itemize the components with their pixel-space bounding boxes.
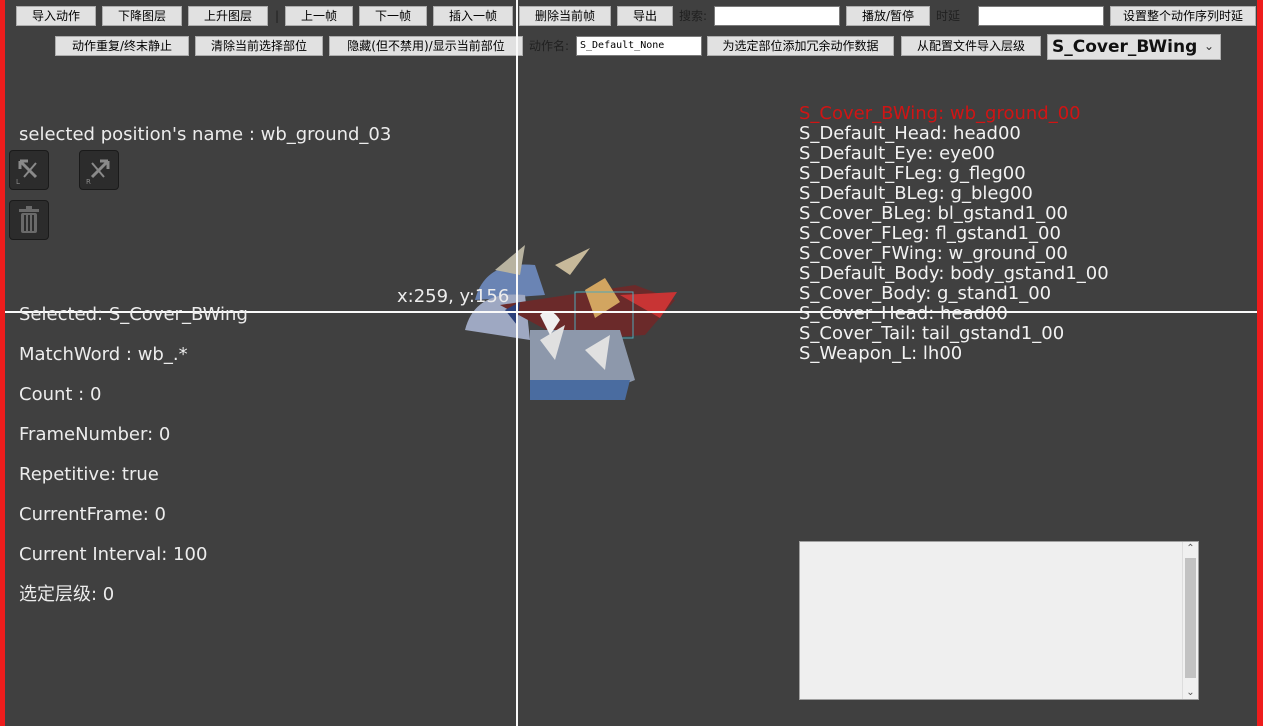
part-list-item[interactable]: S_Default_BLeg: g_bleg00 <box>799 184 1109 204</box>
part-list-item[interactable]: S_Default_FLeg: g_fleg00 <box>799 164 1109 184</box>
flip-left-button[interactable]: L <box>9 150 49 190</box>
parts-list: S_Cover_BWing: wb_ground_00 S_Default_Hea… <box>799 104 1109 364</box>
crosshair-coordinate-readout: x:259, y:156 <box>397 286 510 307</box>
info-selected: Selected: S_Cover_BWing <box>19 304 248 325</box>
action-name-label: 动作名: <box>529 39 570 53</box>
selected-position-label: selected position's name : wb_ground_03 <box>19 124 392 145</box>
part-list-item[interactable]: S_Default_Eye: eye00 <box>799 144 1109 164</box>
prev-frame-button[interactable]: 上一帧 <box>285 6 353 26</box>
trash-button[interactable] <box>9 200 49 240</box>
repeat-toggle-button[interactable]: 动作重复/终末静止 <box>55 36 189 56</box>
toolbar-separator: | <box>275 9 280 23</box>
next-frame-button[interactable]: 下一帧 <box>359 6 427 26</box>
scroll-down-icon[interactable]: ⌄ <box>1183 687 1198 698</box>
set-sequence-delay-button[interactable]: 设置整个动作序列时延 <box>1110 6 1256 26</box>
part-list-item[interactable]: S_Cover_BWing: wb_ground_00 <box>799 104 1109 124</box>
part-list-item[interactable]: S_Cover_Tail: tail_gstand1_00 <box>799 324 1109 344</box>
export-button[interactable]: 导出 <box>617 6 673 26</box>
character-sprite[interactable] <box>445 240 685 405</box>
part-list-item[interactable]: S_Cover_Head: head00 <box>799 304 1109 324</box>
hide-show-part-button[interactable]: 隐藏(但不禁用)/显示当前部位 <box>329 36 523 56</box>
delete-frame-button[interactable]: 删除当前帧 <box>519 6 611 26</box>
log-scrollbar[interactable]: ⌃ ⌄ <box>1182 542 1198 699</box>
flip-left-icon: L <box>16 159 38 186</box>
info-match-word: MatchWord : wb_.* <box>19 344 188 365</box>
part-list-item[interactable]: S_Default_Head: head00 <box>799 124 1109 144</box>
part-list-item[interactable]: S_Cover_FLeg: fl_gstand1_00 <box>799 224 1109 244</box>
info-current-frame: CurrentFrame: 0 <box>19 504 166 525</box>
layer-up-button[interactable]: 上升图层 <box>188 6 268 26</box>
part-select-value: S_Cover_BWing <box>1052 37 1198 57</box>
import-action-button[interactable]: 导入动作 <box>16 6 96 26</box>
action-name-input[interactable]: S_Default_None <box>576 36 702 56</box>
delay-input[interactable] <box>978 6 1104 26</box>
add-redundant-data-button[interactable]: 为选定部位添加冗余动作数据 <box>707 36 894 56</box>
search-input[interactable] <box>714 6 840 26</box>
part-select[interactable]: S_Cover_BWing ⌄ <box>1047 34 1221 60</box>
info-count: Count : 0 <box>19 384 102 405</box>
search-label: 搜索: <box>679 9 708 23</box>
info-selected-layer: 选定层级: 0 <box>19 584 115 605</box>
log-textarea[interactable]: ⌃ ⌄ <box>799 541 1199 700</box>
chevron-down-icon: ⌄ <box>1203 39 1214 53</box>
trash-icon <box>19 206 39 233</box>
editor-canvas[interactable]: 导入动作 下降图层 上升图层 | 上一帧 下一帧 插入一帧 删除当前帧 导出 搜… <box>5 0 1257 726</box>
clear-selected-part-button[interactable]: 清除当前选择部位 <box>195 36 323 56</box>
info-repetitive: Repetitive: true <box>19 464 159 485</box>
scroll-up-icon[interactable]: ⌃ <box>1183 543 1198 554</box>
import-layer-config-button[interactable]: 从配置文件导入层级 <box>901 36 1041 56</box>
svg-text:L: L <box>16 178 20 186</box>
play-pause-button[interactable]: 播放/暂停 <box>846 6 930 26</box>
part-list-item[interactable]: S_Default_Body: body_gstand1_00 <box>799 264 1109 284</box>
delay-label: 时延 <box>936 9 961 23</box>
insert-frame-button[interactable]: 插入一帧 <box>433 6 513 26</box>
crosshair-vertical-line <box>516 0 518 726</box>
layer-down-button[interactable]: 下降图层 <box>102 6 182 26</box>
flip-right-icon: R <box>86 159 110 186</box>
part-list-item[interactable]: S_Cover_BLeg: bl_gstand1_00 <box>799 204 1109 224</box>
scroll-thumb[interactable] <box>1185 558 1196 678</box>
flip-right-button[interactable]: R <box>79 150 119 190</box>
part-list-item[interactable]: S_Cover_Body: g_stand1_00 <box>799 284 1109 304</box>
svg-text:R: R <box>86 178 91 186</box>
part-list-item[interactable]: S_Cover_FWing: w_ground_00 <box>799 244 1109 264</box>
info-frame-number: FrameNumber: 0 <box>19 424 171 445</box>
part-list-item[interactable]: S_Weapon_L: lh00 <box>799 344 1109 364</box>
info-current-interval: Current Interval: 100 <box>19 544 208 565</box>
